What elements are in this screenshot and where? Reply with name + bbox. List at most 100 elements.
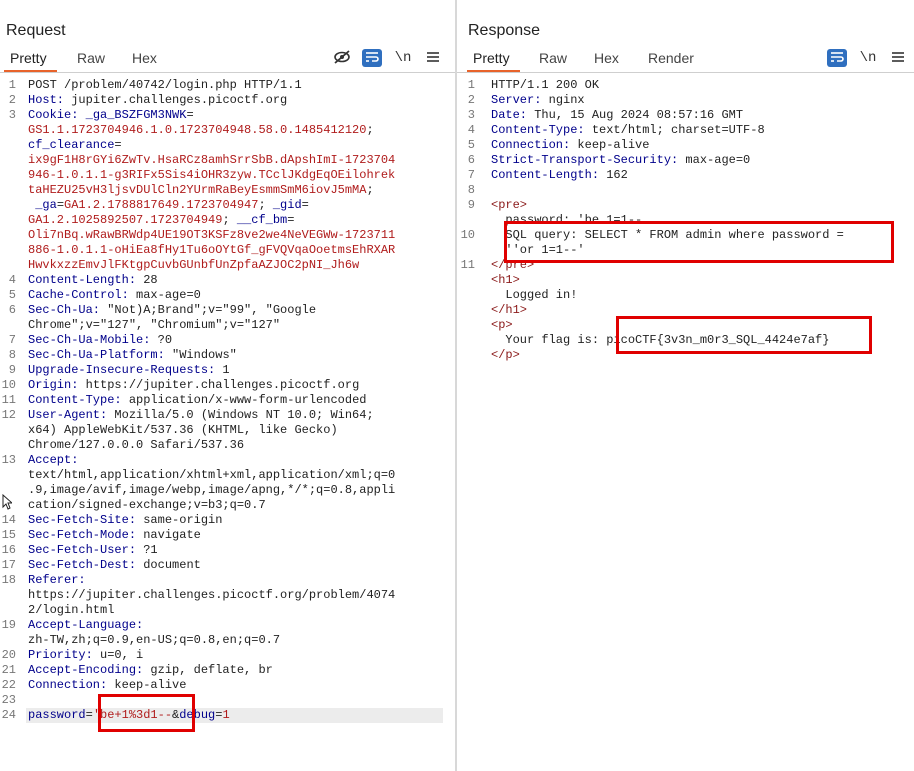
line-number: 8 — [8, 348, 16, 362]
value-token: 946-1.0.1.1-g3RIFx5Sis4iOHR3zyw.TCclJKdg… — [28, 168, 396, 182]
text-token: ; — [366, 183, 374, 197]
header-name: Accept: — [28, 453, 79, 467]
text-token: password: 'be 1=1-- — [491, 213, 643, 227]
text-token: application/x-www-form-urlencoded — [121, 393, 367, 407]
text-token: 162 — [599, 168, 628, 182]
text-token: https://jupiter.challenges.picoctf.org/p… — [28, 588, 396, 602]
line-number — [0, 153, 16, 168]
code-line: 2/login.html — [28, 603, 114, 618]
tab-render[interactable]: Render — [648, 50, 694, 66]
newline-icon[interactable]: \n — [393, 49, 413, 67]
text-token: 1 — [215, 363, 230, 377]
newline-icon[interactable]: \n — [858, 49, 878, 67]
code-line: Upgrade-Insecure-Requests: 1 — [28, 363, 230, 378]
line-number — [0, 213, 16, 228]
code-line: Host: jupiter.challenges.picoctf.org — [28, 93, 287, 108]
value-token: HwvkxzzEmvJlFKtgpCuvbGUnbfUnZpfaAZJOC2pN… — [28, 258, 360, 272]
tab-hex[interactable]: Hex — [594, 50, 619, 66]
code-line: password='be+1%3d1--&debug=1 — [28, 708, 230, 723]
line-number: 21 — [1, 663, 16, 677]
line-number — [0, 183, 16, 198]
line-number — [457, 288, 475, 303]
text-token: 2/login.html — [28, 603, 115, 617]
tab-hex[interactable]: Hex — [132, 50, 157, 66]
code-line: https://jupiter.challenges.picoctf.org/p… — [28, 588, 395, 603]
line-number: 7 — [8, 333, 16, 347]
wrap-icon[interactable] — [827, 49, 847, 67]
tab-pretty[interactable]: Pretty — [467, 50, 520, 72]
tab-raw[interactable]: Raw — [539, 50, 567, 66]
value-token: taHEZU25vH3ljsvDUlCln2YUrmRaBeyEsmmSmM6i… — [28, 183, 367, 197]
line-number — [457, 303, 475, 318]
code-line: Sec-Fetch-Dest: document — [28, 558, 201, 573]
line-number: 9 — [467, 198, 475, 212]
header-name: Server: — [491, 93, 542, 107]
code-line: Server: nginx — [491, 93, 585, 108]
line-number: 11 — [1, 393, 16, 407]
response-tabs: Pretty Raw Hex Render \n — [457, 48, 914, 73]
text-token: = — [301, 198, 309, 212]
line-number — [0, 318, 16, 333]
code-line: Sec-Fetch-Site: same-origin — [28, 513, 222, 528]
header-name: Sec-Fetch-Site: — [28, 513, 137, 527]
text-token: ?0 — [150, 333, 173, 347]
line-number: 6 — [467, 153, 475, 167]
eye-off-icon[interactable] — [332, 49, 352, 67]
line-number: 2 — [8, 93, 16, 107]
value-token: ix9gF1H8rGYi6ZwTv.HsaRCz8amhSrrSbB.dApsh… — [28, 153, 396, 167]
html-tag: </pre> — [491, 258, 535, 272]
line-number — [457, 318, 475, 333]
text-token: = — [287, 213, 295, 227]
text-token: u=0, i — [92, 648, 144, 662]
html-tag: </p> — [491, 348, 520, 362]
text-token: = — [186, 108, 194, 122]
tab-raw[interactable]: Raw — [77, 50, 105, 66]
code-line: text/html,application/xhtml+xml,applicat… — [28, 468, 395, 483]
line-number — [0, 243, 16, 258]
code-line: <pre> — [491, 198, 527, 213]
text-token: document — [136, 558, 201, 572]
line-number: 10 — [1, 378, 16, 392]
header-name: Strict-Transport-Security: — [491, 153, 679, 167]
text-token: Chrome/127.0.0.0 Safari/537.36 — [28, 438, 245, 452]
text-token: Mozilla/5.0 (Windows NT 10.0; Win64; — [107, 408, 374, 422]
menu-icon[interactable] — [423, 49, 443, 67]
header-name: _gid — [272, 198, 302, 212]
wrap-icon[interactable] — [362, 49, 382, 67]
code-line: Accept-Encoding: gzip, deflate, br — [28, 663, 273, 678]
header-name: Content-Length: — [28, 273, 137, 287]
header-name: Cache-Control: — [28, 288, 129, 302]
header-name: User-Agent: — [28, 408, 108, 422]
menu-icon[interactable] — [888, 49, 908, 67]
code-line: .9,image/avif,image/webp,image/apng,*/*;… — [28, 483, 395, 498]
value-token: 'be+1%3d1-- — [92, 708, 173, 722]
code-line: </pre> — [491, 258, 534, 273]
response-title: Response — [468, 22, 541, 39]
header-name: _ga — [35, 198, 57, 212]
header-name: Connection: — [28, 678, 108, 692]
line-number: 6 — [8, 303, 16, 317]
code-line: Content-Length: 162 — [491, 168, 628, 183]
code-line: Content-Type: application/x-www-form-url… — [28, 393, 366, 408]
line-number: 5 — [467, 138, 475, 152]
header-name: Sec-Fetch-Dest: — [28, 558, 137, 572]
value-token: GA1.2.1788817649.1723704947 — [64, 198, 259, 212]
header-name: Date: — [491, 108, 528, 122]
code-line: 946-1.0.1.1-g3RIFx5Sis4iOHR3zyw.TCclJKdg… — [28, 168, 395, 183]
code-line: Connection: keep-alive — [28, 678, 186, 693]
header-name: cf_clearance — [28, 138, 115, 152]
tab-pretty[interactable]: Pretty — [4, 50, 57, 72]
code-line: Accept-Language: — [28, 618, 143, 633]
line-number — [0, 123, 16, 138]
line-number — [457, 348, 475, 363]
html-tag: <pre> — [491, 198, 528, 212]
code-line: </p> — [491, 348, 520, 363]
line-number: 12 — [1, 408, 16, 422]
code-line: Sec-Fetch-User: ?1 — [28, 543, 158, 558]
code-line: </h1> — [491, 303, 527, 318]
line-number: 20 — [1, 648, 16, 662]
text-token: keep-alive — [570, 138, 650, 152]
header-name: Sec-Fetch-Mode: — [28, 528, 137, 542]
line-number: 19 — [1, 618, 16, 632]
code-line: taHEZU25vH3ljsvDUlCln2YUrmRaBeyEsmmSmM6i… — [28, 183, 374, 198]
